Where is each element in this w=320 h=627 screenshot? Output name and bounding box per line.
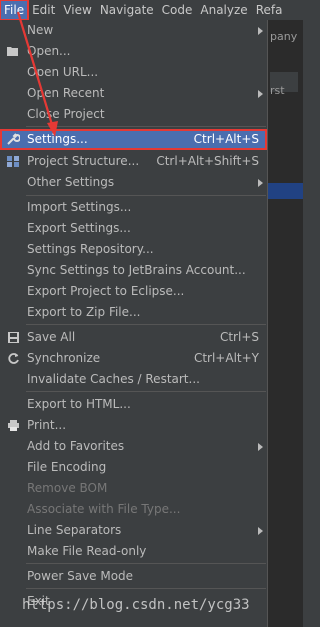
menu-edit[interactable]: Edit: [28, 0, 59, 20]
menu-item-label: Settings Repository...: [27, 242, 154, 256]
background-text: pany: [270, 30, 298, 43]
menu-item-save-all[interactable]: Save All Ctrl+S: [0, 327, 267, 348]
menu-item-add-favorites[interactable]: Add to Favorites: [0, 436, 267, 457]
menu-item-label: Export to Zip File...: [27, 305, 141, 319]
menu-item-label: Power Save Mode: [27, 569, 134, 583]
menu-item-label: Print...: [27, 418, 67, 432]
menu-item-other-settings[interactable]: Other Settings: [0, 172, 267, 193]
menu-item-label: Associate with File Type...: [27, 502, 181, 516]
menu-item-label: Export Project to Eclipse...: [27, 284, 185, 298]
menu-item-sync-settings[interactable]: Sync Settings to JetBrains Account...: [0, 260, 267, 281]
menu-item-label: Other Settings: [27, 175, 115, 189]
menu-item-label: Make File Read-only: [27, 544, 147, 558]
menu-item-label: Export Settings...: [27, 221, 131, 235]
menu-item-label: Sync Settings to JetBrains Account...: [27, 263, 246, 277]
menu-navigate[interactable]: Navigate: [96, 0, 158, 20]
menu-item-shortcut: Ctrl+Alt+Y: [193, 351, 259, 365]
menu-item-label: Project Structure...: [27, 154, 140, 168]
menu-item-line-separators[interactable]: Line Separators: [0, 520, 267, 541]
menu-item-label: Settings...: [27, 132, 88, 146]
menu-item-new[interactable]: New: [0, 20, 267, 41]
folder-icon: [6, 45, 20, 58]
menu-separator: [26, 563, 266, 564]
menu-item-label: Open Recent: [27, 86, 105, 100]
menu-item-close-project[interactable]: Close Project: [0, 104, 267, 125]
wrench-icon: [6, 133, 21, 146]
background-selection: [268, 183, 303, 199]
save-icon: [6, 331, 20, 344]
submenu-arrow-icon: [258, 527, 263, 535]
project-structure-icon: [6, 155, 20, 168]
printer-icon: [6, 419, 20, 432]
menu-item-label: Synchronize: [27, 351, 101, 365]
menu-item-label: Open URL...: [27, 65, 99, 79]
menu-analyze[interactable]: Analyze: [196, 0, 251, 20]
menu-item-label: Close Project: [27, 107, 105, 121]
menu-separator: [26, 391, 266, 392]
menu-item-settings-repository[interactable]: Settings Repository...: [0, 239, 267, 260]
menu-item-file-encoding[interactable]: File Encoding: [0, 457, 267, 478]
menu-view[interactable]: View: [59, 0, 95, 20]
menu-item-label: Export to HTML...: [27, 397, 131, 411]
menu-item-label: File Encoding: [27, 460, 107, 474]
menu-item-label: Save All: [27, 330, 76, 344]
menu-item-power-save[interactable]: Power Save Mode: [0, 566, 267, 587]
menu-separator: [26, 324, 266, 325]
background-editor: pany rst: [268, 20, 303, 627]
menu-item-open-url[interactable]: Open URL...: [0, 62, 267, 83]
submenu-arrow-icon: [258, 90, 263, 98]
refresh-icon: [6, 352, 20, 365]
menu-item-project-structure[interactable]: Project Structure... Ctrl+Alt+Shift+S: [0, 151, 267, 172]
menu-item-export-eclipse[interactable]: Export Project to Eclipse...: [0, 281, 267, 302]
menu-item-settings[interactable]: Settings... Ctrl+Alt+S: [0, 129, 267, 150]
menu-item-open[interactable]: Open...: [0, 41, 267, 62]
menu-item-label: Remove BOM: [27, 481, 108, 495]
menu-item-associate-file-type: Associate with File Type...: [0, 499, 267, 520]
menu-item-label: Invalidate Caches / Restart...: [27, 372, 200, 386]
menu-item-make-read-only[interactable]: Make File Read-only: [0, 541, 267, 562]
watermark: https://blog.csdn.net/ycg33: [22, 597, 250, 613]
menu-file[interactable]: File: [0, 0, 30, 21]
menu-refactor[interactable]: Refa: [252, 0, 287, 20]
file-menu-dropdown: New Open... Open URL... Open Recent Clos…: [0, 20, 268, 627]
menu-bar: File Edit View Navigate Code Analyze Ref…: [0, 0, 303, 21]
menu-item-label: New: [27, 23, 54, 37]
submenu-arrow-icon: [258, 443, 263, 451]
menu-item-shortcut: Ctrl+S: [219, 330, 259, 344]
menu-item-export-html[interactable]: Export to HTML...: [0, 394, 267, 415]
menu-code[interactable]: Code: [158, 0, 197, 20]
menu-item-open-recent[interactable]: Open Recent: [0, 83, 267, 104]
submenu-arrow-icon: [258, 179, 263, 187]
menu-item-import-settings[interactable]: Import Settings...: [0, 197, 267, 218]
menu-item-label: Add to Favorites: [27, 439, 125, 453]
menu-separator: [26, 126, 266, 127]
menu-item-invalidate-caches[interactable]: Invalidate Caches / Restart...: [0, 369, 267, 390]
menu-item-synchronize[interactable]: Synchronize Ctrl+Alt+Y: [0, 348, 267, 369]
menu-separator: [26, 588, 266, 589]
menu-item-label: Line Separators: [27, 523, 122, 537]
menu-item-export-zip[interactable]: Export to Zip File...: [0, 302, 267, 323]
menu-item-shortcut: Ctrl+Alt+S: [193, 132, 259, 146]
menu-item-shortcut: Ctrl+Alt+Shift+S: [156, 154, 259, 168]
menu-item-label: Open...: [27, 44, 71, 58]
menu-item-export-settings[interactable]: Export Settings...: [0, 218, 267, 239]
menu-item-label: Import Settings...: [27, 200, 132, 214]
menu-item-remove-bom: Remove BOM: [0, 478, 267, 499]
menu-separator: [26, 195, 266, 196]
menu-item-print[interactable]: Print...: [0, 415, 267, 436]
submenu-arrow-icon: [258, 27, 263, 35]
background-text-2: rst: [270, 84, 285, 97]
